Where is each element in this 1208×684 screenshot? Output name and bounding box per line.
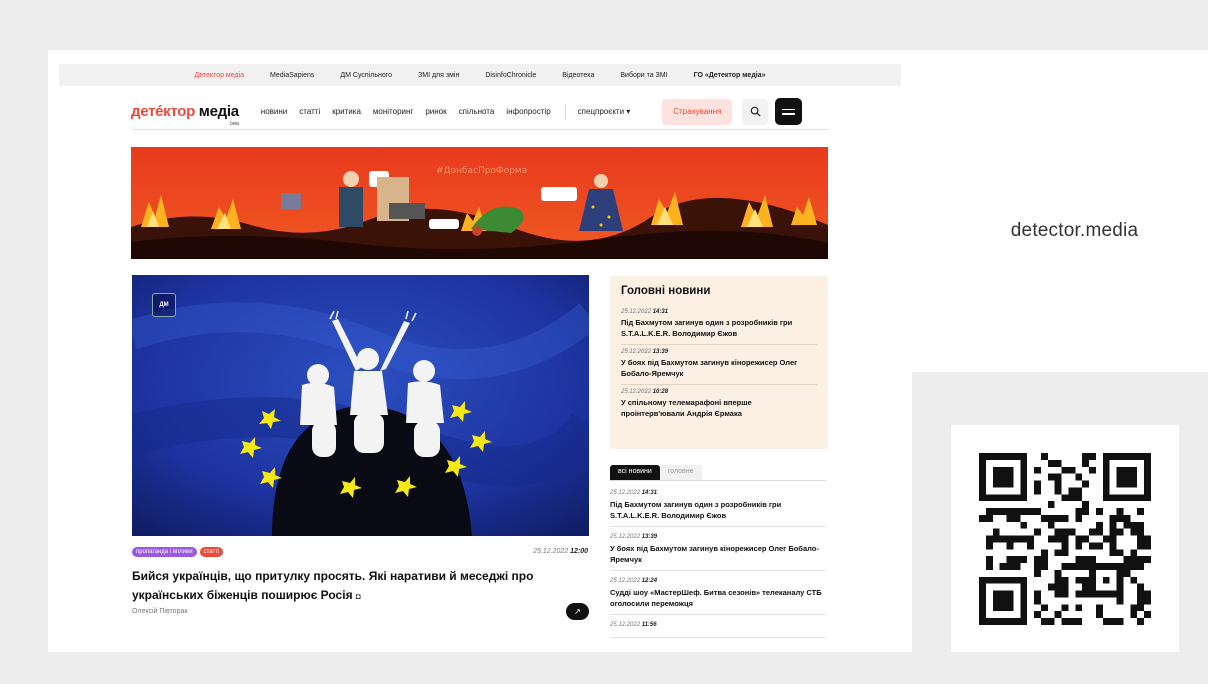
news-title: Судді шоу «МастерШеф. Битва сезонів» тел… <box>610 588 822 608</box>
news-title: Під Бахмутом загинув один з розробників … <box>621 318 793 338</box>
news-title: Під Бахмутом загинув один з розробників … <box>610 500 782 520</box>
top-link[interactable]: ЗМІ для змін <box>418 72 459 79</box>
site-logo[interactable]: детéктор медіа beta <box>131 103 239 127</box>
news-date: 25.12.2022 11:56 <box>610 622 826 628</box>
top-link[interactable]: MediaSapiens <box>270 72 314 79</box>
news-date: 25.12.2022 10:28 <box>621 389 817 395</box>
news-date-day: 25.12.2022 <box>610 490 641 496</box>
tab-all-news[interactable]: всі новини <box>610 465 660 480</box>
news-date: 25.12.2022 12:24 <box>610 578 826 584</box>
hamburger-icon-line <box>782 113 796 115</box>
logo-part1: детéктор <box>131 103 195 120</box>
news-date-day: 25.12.2022 <box>610 622 641 628</box>
domain-label: detector.media <box>1010 220 1139 241</box>
featured-image[interactable]: ДМ <box>132 275 589 536</box>
news-date: 25.12.2022 13:39 <box>610 534 826 540</box>
website-screenshot: Детектор медіа MediaSapiens ДМ Суспільного… <box>48 50 912 652</box>
news-date-day: 25.12.2022 <box>621 389 652 395</box>
featured-tags: пропаганда і впливи статті <box>132 547 224 557</box>
logo-beta: beta <box>230 121 239 127</box>
dm-badge: ДМ <box>152 293 176 317</box>
news-item[interactable]: 25.12.2022 10:28 У спільному телемарафоні… <box>621 385 817 424</box>
featured-arrow-button[interactable]: ↗ <box>566 603 589 620</box>
tab-main[interactable]: головне <box>659 465 702 480</box>
news-date-day: 25.12.2022 <box>621 309 652 315</box>
news-date-time: 14:31 <box>652 309 669 315</box>
banner-illustration: #ДонбасПроФорма <box>131 147 828 259</box>
news-date-day: 25.12.2022 <box>610 534 641 540</box>
hamburger-icon-line <box>782 108 796 110</box>
logo-part2: медіа <box>194 103 239 120</box>
news-tabs: всі новини головне <box>610 465 702 480</box>
svg-text:#ДонбасПроФорма: #ДонбасПроФорма <box>436 166 527 176</box>
news-date-day: 25.12.2022 <box>610 578 641 584</box>
banner-ad[interactable]: #ДонбасПроФорма <box>131 147 828 259</box>
featured-author[interactable]: Олексій Півторак <box>132 608 187 615</box>
top-link[interactable]: ДМ Суспільного <box>340 72 392 79</box>
top-link[interactable]: Відеотека <box>562 72 594 79</box>
special-projects-menu[interactable]: спецпроєкти ▾ <box>578 107 631 116</box>
main-nav: новини статті критика моніторинг ринок спільн… <box>261 107 563 116</box>
top-links-bar: Детектор медіа MediaSapiens ДМ Суспільного… <box>59 64 901 86</box>
top-link[interactable]: DisinfoChronicle <box>485 72 536 79</box>
news-item[interactable]: 25.12.2022 14:31 Під Бахмутом загинув оди… <box>621 305 817 345</box>
news-date: 25.12.2022 14:31 <box>621 309 817 315</box>
nav-separator <box>564 103 566 120</box>
news-title: У боях під Бахмутом загинув кінорежисер … <box>621 358 798 378</box>
news-date-time: 11:56 <box>641 622 657 628</box>
top-link[interactable]: Вибори та ЗМІ <box>620 72 667 79</box>
news-date-time: 10:28 <box>652 389 669 395</box>
news-item[interactable]: 25.12.2022 12:24 Судді шоу «МастерШеф. Би… <box>610 576 826 615</box>
news-date-time: 13:39 <box>641 534 658 540</box>
news-item[interactable]: 25.12.2022 13:39 У боях під Бахмутом заги… <box>621 345 817 385</box>
nav-item[interactable]: ринок <box>425 107 446 116</box>
featured-title-text: Бийся українців, що притулку просять. Як… <box>132 569 534 602</box>
news-feed: 25.12.2022 14:31 Під Бахмутом загинув оди… <box>610 488 826 643</box>
insurance-button[interactable]: Страхування <box>662 98 733 125</box>
site-header: детéктор медіа beta новини статті критика м… <box>131 94 829 130</box>
main-news-box: Головні новини 25.12.2022 14:31 Під Бахму… <box>610 276 828 449</box>
top-link[interactable]: Детектор медіа <box>195 72 245 79</box>
featured-title[interactable]: Бийся українців, що притулку просять. Як… <box>132 567 572 604</box>
nav-item[interactable]: критика <box>332 107 361 116</box>
featured-date: 25.12.2022 12:00 <box>533 548 588 555</box>
top-link[interactable]: ГО «Детектор медіа» <box>694 72 766 79</box>
news-date: 25.12.2022 14:31 <box>610 490 826 496</box>
nav-item[interactable]: спільнота <box>459 107 495 116</box>
featured-date-time: 12:00 <box>570 548 588 555</box>
news-date-day: 25.12.2022 <box>621 349 652 355</box>
news-item[interactable]: 25.12.2022 13:39 У боях під Бахмутом заги… <box>610 532 826 571</box>
news-title: У боях під Бахмутом загинув кінорежисер … <box>610 544 819 564</box>
divider <box>911 372 1208 386</box>
news-item[interactable]: 25.12.2022 11:56 <box>610 620 826 638</box>
tag-badge[interactable]: статті <box>199 547 224 557</box>
domain-card: detector.media <box>911 50 1208 372</box>
news-date-time: 12:24 <box>641 578 658 584</box>
qr-card <box>951 425 1179 652</box>
nav-item[interactable]: статті <box>299 107 320 116</box>
tag-badge[interactable]: пропаганда і впливи <box>132 547 197 557</box>
featured-illustration <box>132 275 589 536</box>
main-news-heading: Головні новини <box>621 285 711 297</box>
news-date-time: 14:31 <box>641 490 658 496</box>
nav-item[interactable]: інфопростір <box>506 107 550 116</box>
nav-item[interactable]: новини <box>261 107 287 116</box>
search-icon <box>750 106 761 117</box>
featured-date-day: 25.12.2022 <box>533 548 569 555</box>
news-title: У спільному телемарафоні вперше проінтер… <box>621 398 752 418</box>
tabs-underline <box>610 480 826 481</box>
news-item[interactable]: 25.12.2022 14:31 Під Бахмутом загинув оди… <box>610 488 826 527</box>
news-date-time: 13:39 <box>652 349 669 355</box>
news-date: 25.12.2022 13:39 <box>621 349 817 355</box>
search-button[interactable] <box>742 98 769 125</box>
main-news-list: 25.12.2022 14:31 Під Бахмутом загинув оди… <box>621 305 817 424</box>
menu-button[interactable] <box>775 98 803 125</box>
nav-item[interactable]: моніторинг <box>373 107 413 116</box>
photo-icon: ◘ <box>355 591 361 601</box>
qr-code-icon <box>979 452 1151 625</box>
